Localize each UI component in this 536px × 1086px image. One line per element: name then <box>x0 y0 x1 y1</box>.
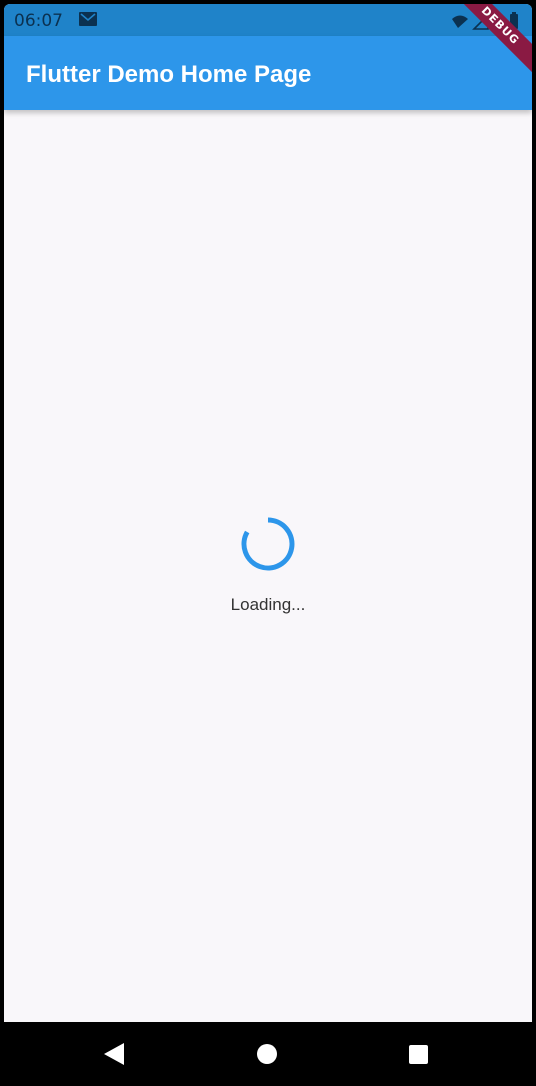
status-bar: 06:07 <box>4 4 532 36</box>
app-bar-title: Flutter Demo Home Page <box>26 61 312 88</box>
loading-text: Loading... <box>230 595 306 614</box>
app-screen: 06:07 Flutter Demo Home Page DEBUG Loadi… <box>4 4 532 1022</box>
navigation-bar <box>0 1022 536 1086</box>
status-time: 06:07 <box>14 11 63 31</box>
home-icon[interactable] <box>257 1044 277 1064</box>
mail-icon <box>79 12 97 26</box>
back-icon[interactable] <box>104 1043 126 1065</box>
app-bar: Flutter Demo Home Page <box>4 36 532 110</box>
circular-progress-icon <box>241 517 295 571</box>
recents-icon[interactable] <box>409 1045 428 1064</box>
wifi-icon <box>452 15 468 28</box>
